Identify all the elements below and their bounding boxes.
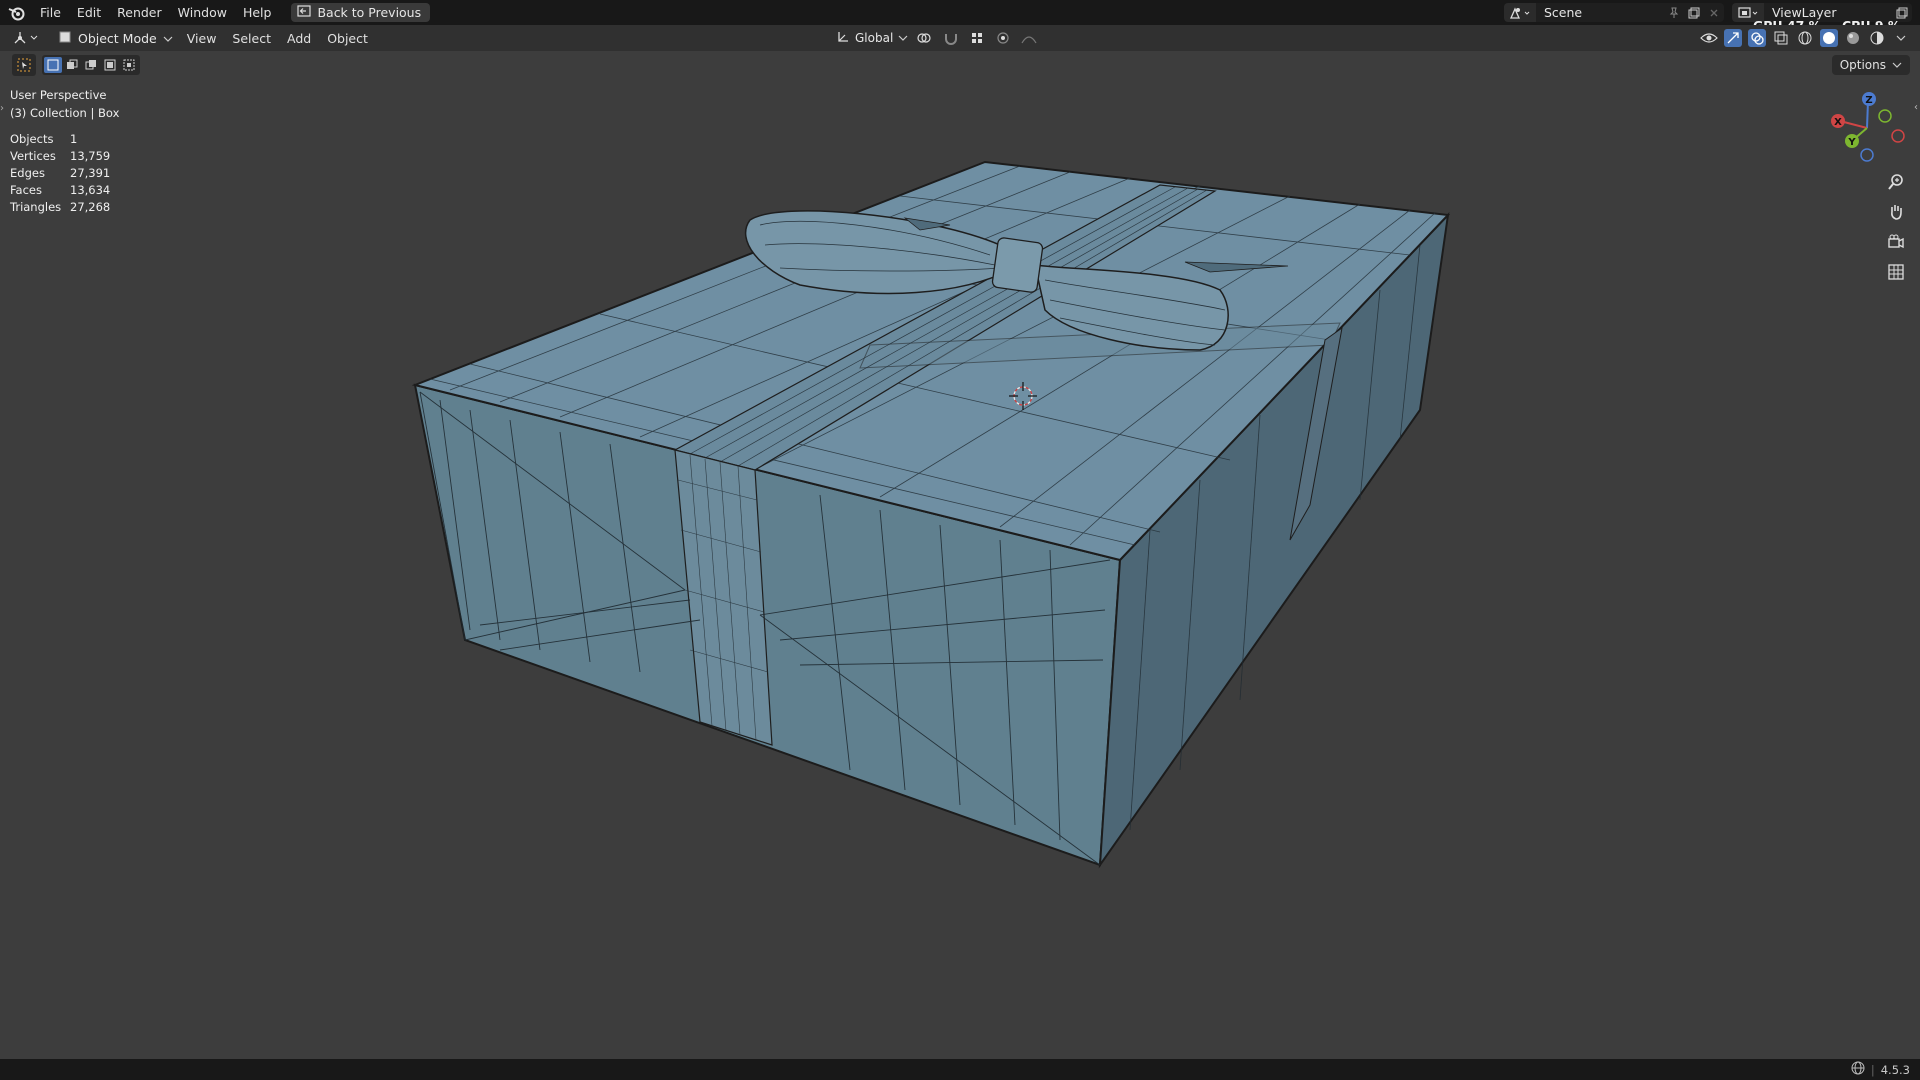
grid-icon[interactable] [1882,260,1910,284]
toolbar-expand-arrow[interactable]: › [0,103,4,114]
orientation-icon [836,30,850,47]
navigation-buttons [1882,170,1910,284]
stat-label: Objects [10,132,54,146]
object-mode-dropdown[interactable]: Object Mode [52,28,179,48]
menu-window[interactable]: Window [170,0,235,25]
tool-settings-row [12,54,140,76]
overlay-icon[interactable] [1748,29,1766,47]
chevron-down-icon[interactable] [1892,29,1910,47]
view-perspective-label: User Perspective [10,88,107,102]
select-box-icon[interactable] [12,54,36,76]
new-icon[interactable] [1684,3,1704,22]
collection-label: (3) Collection | Box [10,106,120,120]
viewport-info: User Perspective (3) Collection | Box [10,86,119,122]
pin-icon[interactable] [1664,3,1684,22]
blender-logo-icon[interactable] [2,0,32,25]
close-icon[interactable] [1704,3,1724,22]
solid-shading-icon[interactable] [1820,29,1838,47]
scene-icon[interactable] [1504,3,1536,22]
pivot-icon[interactable] [916,29,934,47]
stat-label: Edges [10,166,45,180]
chevron-down-icon [898,31,908,45]
selection-mode-subtract-icon[interactable] [82,57,100,73]
scene-selector[interactable]: Scene [1504,3,1724,22]
proportional-icon[interactable] [994,29,1012,47]
back-icon [297,5,312,20]
header-menu-add[interactable]: Add [279,31,319,46]
selection-mode-invert-icon[interactable] [101,57,119,73]
stat-label: Triangles [10,200,62,214]
navigation-gizmo[interactable]: Z X Y [1822,88,1912,168]
header-menu-view[interactable]: View [179,31,225,46]
menu-file[interactable]: File [32,0,69,25]
snap-icon[interactable] [942,29,960,47]
menu-help[interactable]: Help [235,0,280,25]
stat-label: Vertices [10,149,56,163]
visibility-icon[interactable] [1700,29,1718,47]
options-label: Options [1839,58,1886,72]
status-bar: | 4.5.3 [0,1059,1920,1080]
gizmo-x-label: X [1834,117,1842,128]
bow-knot [991,237,1044,293]
back-to-previous-button[interactable]: Back to Previous [291,3,431,22]
back-to-previous-label: Back to Previous [317,5,422,20]
selection-mode-set-icon[interactable] [44,57,62,73]
object-mode-label: Object Mode [78,30,157,46]
blender-version: 4.5.3 [1880,1062,1910,1077]
viewport-scene[interactable] [0,0,1920,1080]
material-shading-icon[interactable] [1844,29,1862,47]
snap-target-icon[interactable] [968,29,986,47]
falloff-icon[interactable] [1020,29,1038,47]
header-menu-select[interactable]: Select [224,31,279,46]
status-separator: | [1870,1062,1875,1077]
hand-icon[interactable] [1882,200,1910,224]
gizmo-y-label: Y [1847,137,1856,148]
editor-type-icon[interactable] [10,27,44,49]
options-dropdown[interactable]: Options [1831,55,1910,75]
viewport-header: Object Mode View Select Add Object Globa… [0,25,1920,51]
scene-statistics: Objects 1 Vertices 13,759 Edges 27,391 Face… [10,131,110,216]
selection-mode-group [42,55,140,75]
menu-render[interactable]: Render [109,0,170,25]
stat-value: 13,759 [70,149,111,163]
top-menu-bar: File Edit Render Window Help Back to Pre… [0,0,1920,33]
stat-value: 1 [70,132,78,146]
selection-mode-extend-icon[interactable] [63,57,81,73]
xray-icon[interactable] [1772,29,1790,47]
menu-edit[interactable]: Edit [69,0,109,25]
chevron-down-icon [1892,58,1902,72]
orientation-label: Global [855,31,894,45]
stat-row: Objects 1 [10,131,110,148]
gizmo-icon[interactable] [1724,29,1742,47]
stat-row: Edges 27,391 [10,165,110,182]
gizmo-neg-x[interactable] [1891,129,1905,143]
stat-row: Faces 13,634 [10,182,110,199]
gizmo-neg-y[interactable] [1878,109,1892,123]
zoom-icon[interactable] [1882,170,1910,194]
network-icon[interactable] [1851,1061,1865,1078]
selection-mode-intersect-icon[interactable] [120,57,138,73]
scene-name-field[interactable]: Scene [1536,5,1664,20]
sidebar-expand-arrow[interactable]: ‹ [1914,102,1918,113]
stat-label: Faces [10,183,42,197]
object-mode-icon [58,30,72,47]
stat-value: 13,634 [70,183,111,197]
transform-orientation-dropdown[interactable]: Global [836,30,908,47]
stat-value: 27,268 [70,200,111,214]
chevron-down-icon [163,31,173,46]
camera-icon[interactable] [1882,230,1910,254]
gizmo-neg-z[interactable] [1860,148,1874,162]
wireframe-shading-icon[interactable] [1796,29,1814,47]
gizmo-z-label: Z [1865,95,1872,106]
rendered-shading-icon[interactable] [1868,29,1886,47]
stat-value: 27,391 [70,166,111,180]
header-menu-object[interactable]: Object [319,31,376,46]
stat-row: Triangles 27,268 [10,199,110,216]
stat-row: Vertices 13,759 [10,148,110,165]
